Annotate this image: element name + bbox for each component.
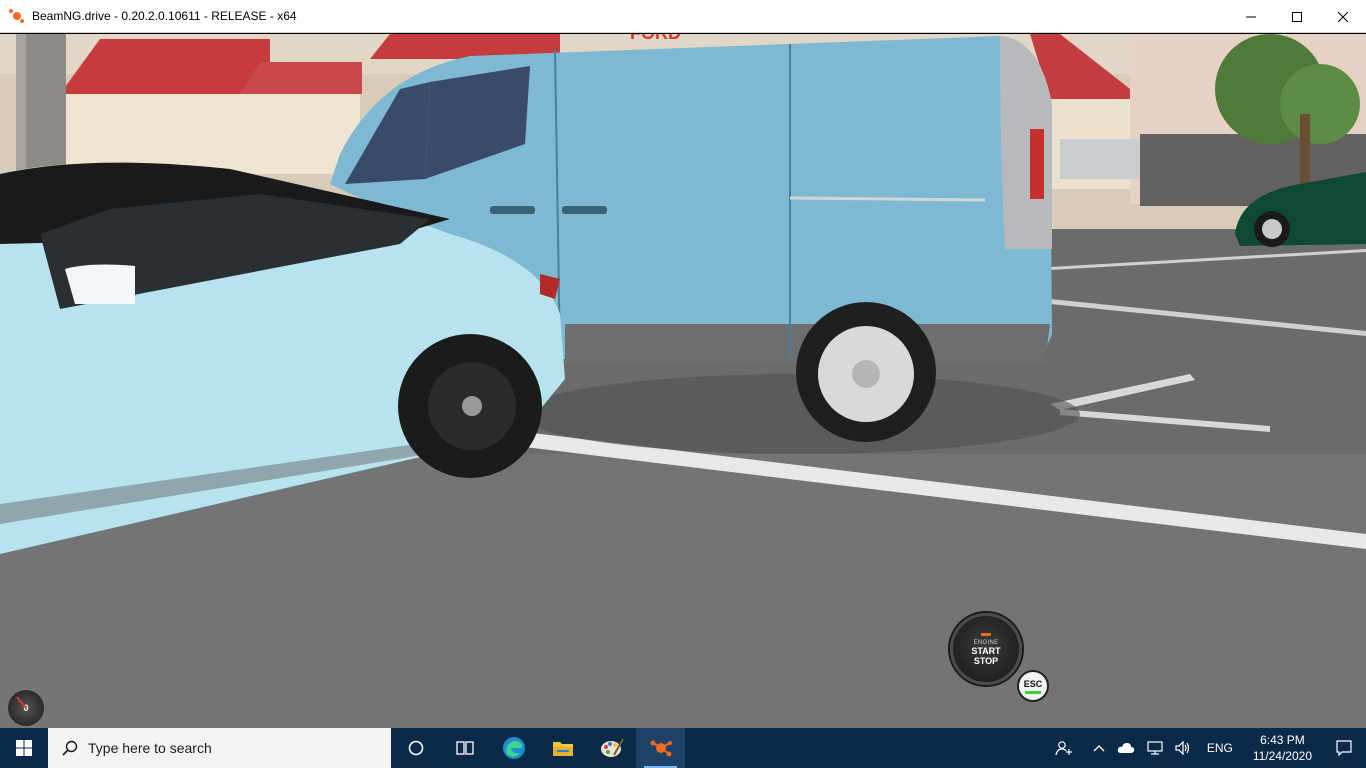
beamng-taskbar-button[interactable] — [636, 728, 685, 768]
window-title-bar[interactable]: BeamNG.drive - 0.20.2.0.10611 - RELEASE … — [0, 0, 1366, 33]
engine-indicator-light — [981, 632, 991, 636]
engine-stop-label: STOP — [973, 655, 999, 666]
close-icon — [1338, 11, 1348, 22]
file-explorer-icon — [552, 742, 573, 756]
edge-icon — [502, 737, 525, 759]
paint-icon — [600, 738, 624, 757]
people-icon — [1055, 741, 1072, 756]
esc-label: ESC — [1023, 678, 1043, 689]
windows-taskbar: Type here to search ENG 6:43 PM 11/24/20… — [0, 728, 1366, 768]
paint-button[interactable] — [587, 728, 636, 768]
game-viewport[interactable]: FORD — [0, 34, 1366, 728]
onedrive-cloud-icon — [1117, 743, 1135, 753]
speaker-icon — [1175, 741, 1189, 755]
maximize-icon — [1292, 11, 1302, 22]
show-hidden-icons-button[interactable] — [1079, 728, 1111, 768]
window-controls — [1228, 0, 1366, 33]
minimize-button[interactable] — [1228, 0, 1274, 33]
task-view-icon — [455, 741, 474, 755]
cortana-button[interactable] — [391, 728, 440, 768]
action-center-button[interactable] — [1322, 728, 1366, 768]
beamng-icon — [650, 740, 672, 757]
maximize-button[interactable] — [1274, 0, 1320, 33]
minimize-icon — [1246, 16, 1256, 17]
cortana-icon — [408, 740, 423, 756]
clock-time: 6:43 PM — [1260, 733, 1305, 747]
speed-gauge: 0 — [6, 688, 46, 728]
close-button[interactable] — [1320, 0, 1366, 33]
start-button[interactable] — [0, 728, 48, 768]
search-icon — [62, 740, 78, 756]
notification-icon — [1336, 740, 1352, 756]
taskbar-search-box[interactable]: Type here to search — [48, 728, 391, 768]
windows-start-icon — [16, 740, 32, 756]
search-placeholder: Type here to search — [88, 740, 212, 756]
task-view-button[interactable] — [440, 728, 489, 768]
storefront-sign: FORD — [630, 34, 681, 43]
chevron-up-icon — [1093, 745, 1105, 752]
clock-date: 11/24/2020 — [1252, 749, 1312, 763]
input-language-indicator[interactable]: ENG — [1197, 741, 1243, 755]
edge-button[interactable] — [489, 728, 538, 768]
window-title: BeamNG.drive - 0.20.2.0.10611 - RELEASE … — [32, 9, 297, 23]
engine-start-stop-button[interactable]: ENGINE START STOP — [950, 613, 1022, 685]
esc-indicator-bar — [1025, 690, 1041, 694]
beamng-logo-icon — [9, 8, 25, 24]
system-tray: ENG 6:43 PM 11/24/2020 — [1049, 728, 1366, 768]
taskbar-clock[interactable]: 6:43 PM 11/24/2020 — [1243, 732, 1322, 764]
esc-button[interactable]: ESC — [1017, 670, 1049, 702]
volume-button[interactable] — [1169, 728, 1197, 768]
file-explorer-button[interactable] — [538, 728, 587, 768]
onedrive-button[interactable] — [1111, 728, 1141, 768]
people-button[interactable] — [1049, 728, 1079, 768]
network-button[interactable] — [1141, 728, 1169, 768]
game-scene: FORD — [0, 34, 1366, 728]
network-icon — [1147, 741, 1163, 755]
engine-start-label: START — [971, 645, 1001, 656]
